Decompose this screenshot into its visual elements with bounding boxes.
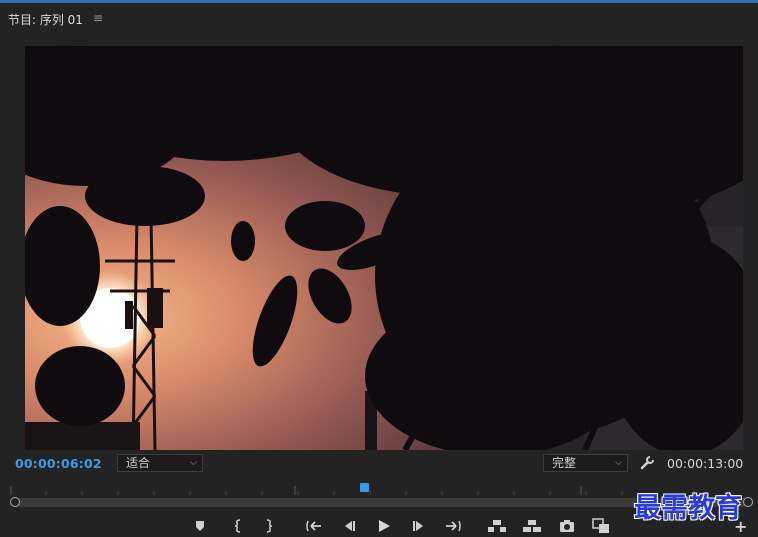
playhead[interactable] [360, 483, 370, 492]
go-to-out-icon[interactable] [442, 515, 464, 537]
current-timecode[interactable]: 00:00:06:02 [15, 456, 102, 471]
mark-out-icon[interactable] [258, 515, 280, 537]
zoom-level-select[interactable]: 适合 ⌵ [117, 454, 203, 472]
watermark-logo: 最需教育 [634, 493, 742, 524]
zoom-level-value: 适合 [126, 456, 151, 470]
wrench-icon[interactable] [640, 455, 654, 474]
zoom-scrollbar-left-handle[interactable] [10, 497, 20, 507]
export-frame-icon[interactable] [556, 515, 578, 537]
chevron-down-icon: ⌵ [190, 458, 197, 468]
zoom-scrollbar-right-handle[interactable] [743, 497, 753, 507]
monitor-controls-row: 00:00:06:02 适合 ⌵ 完整 ⌵ 00:00:13:00 [0, 452, 758, 474]
playback-resolution-select[interactable]: 完整 ⌵ [543, 454, 628, 472]
comparison-view-icon[interactable] [590, 515, 612, 537]
panel-active-bar [0, 0, 758, 3]
panel-header: 节目: 序列 01 ≡ [0, 4, 758, 32]
program-monitor [0, 32, 758, 450]
hamburger-menu-icon[interactable]: ≡ [93, 11, 103, 25]
step-forward-icon[interactable] [408, 515, 430, 537]
sunset-frame-image [25, 46, 743, 450]
play-icon[interactable] [373, 515, 395, 537]
duration-timecode: 00:00:13:00 [667, 456, 744, 471]
plus-icon[interactable]: + [734, 517, 747, 536]
playback-resolution-value: 完整 [552, 456, 577, 470]
step-back-icon[interactable] [338, 515, 360, 537]
go-to-in-icon[interactable] [303, 515, 325, 537]
lift-icon[interactable] [486, 515, 508, 537]
video-preview[interactable] [25, 46, 743, 450]
extract-icon[interactable] [521, 515, 543, 537]
add-marker-icon[interactable] [189, 515, 211, 537]
chevron-down-icon: ⌵ [615, 458, 622, 468]
mark-in-icon[interactable] [227, 515, 249, 537]
panel-title[interactable]: 节目: 序列 01 [8, 11, 83, 28]
